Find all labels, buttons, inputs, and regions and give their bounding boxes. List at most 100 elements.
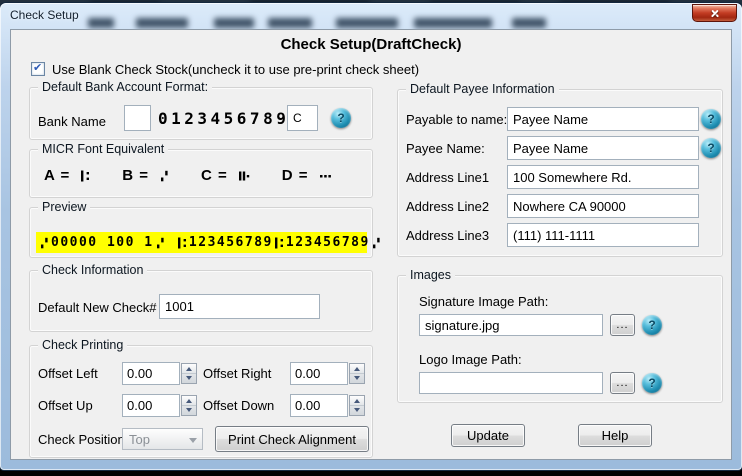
signature-help-icon[interactable]	[642, 315, 662, 335]
check-position-label: Check Position	[38, 432, 125, 447]
bank-format-help-icon[interactable]	[331, 108, 351, 128]
signature-path-label: Signature Image Path:	[419, 294, 549, 309]
offset-left-label: Offset Left	[38, 366, 98, 381]
blank-stock-checkbox-label: Use Blank Check Stock(uncheck it to use …	[52, 62, 420, 77]
help-button[interactable]: Help	[578, 424, 652, 447]
bank-format-group: Default Bank Account Format: Bank Name 0…	[29, 80, 373, 140]
check-information-group-title: Check Information	[38, 263, 148, 277]
print-check-alignment-button[interactable]: Print Check Alignment	[215, 426, 369, 452]
images-group-title: Images	[406, 268, 455, 282]
close-icon	[709, 8, 720, 19]
address-line2-label: Address Line2	[406, 199, 490, 214]
logo-browse-button[interactable]: ...	[610, 372, 635, 394]
payee-name-input[interactable]	[507, 136, 699, 160]
payee-information-group: Default Payee Information Payable to nam…	[397, 82, 723, 257]
window-title: Check Setup	[10, 8, 79, 22]
offset-down-label: Offset Down	[203, 398, 275, 413]
payable-to-help-icon[interactable]	[701, 109, 721, 129]
check-setup-dialog: Check Setup Check Setup(DraftCheck) Use …	[0, 3, 742, 470]
background-menu-smudge	[512, 18, 546, 28]
bank-name-label: Bank Name	[38, 114, 106, 129]
check-position-value: Top	[129, 432, 150, 447]
window-titlebar[interactable]: Check Setup	[0, 3, 742, 29]
images-group: Images Signature Image Path: ... Logo Im…	[397, 268, 723, 403]
offset-right-input[interactable]	[290, 362, 348, 385]
offset-left-input[interactable]	[122, 362, 180, 385]
offset-left-stepper[interactable]	[122, 362, 197, 385]
payee-information-group-title: Default Payee Information	[406, 82, 559, 96]
micr-digits-sample: 0123456789	[158, 109, 290, 128]
spin-down-button[interactable]	[350, 405, 364, 415]
signature-path-input[interactable]	[419, 314, 603, 336]
micr-amount-symbol-icon	[237, 169, 252, 183]
logo-help-icon[interactable]	[642, 373, 662, 393]
blank-stock-checkbox[interactable]	[31, 61, 45, 76]
logo-path-label: Logo Image Path:	[419, 352, 522, 367]
background-menu-smudge	[88, 18, 114, 28]
chevron-down-icon	[354, 408, 360, 412]
dropdown-arrow-icon	[189, 438, 197, 443]
default-check-number-input[interactable]	[159, 294, 320, 319]
chevron-up-icon	[354, 399, 360, 403]
micr-preview-line: 00000 100 1 123456789 123456789	[36, 232, 380, 253]
micr-letter-c: C =	[200, 167, 228, 184]
offset-left-spinner[interactable]	[181, 363, 197, 384]
micr-letter-d: D =	[281, 167, 309, 184]
background-menu-smudge	[136, 18, 188, 28]
micr-dash-symbol-icon	[318, 169, 334, 183]
logo-path-input[interactable]	[419, 372, 603, 394]
check-digit-input[interactable]	[287, 105, 318, 131]
address-line3-label: Address Line3	[406, 228, 490, 243]
chevron-down-icon	[186, 408, 192, 412]
address-line1-label: Address Line1	[406, 170, 490, 185]
offset-up-input[interactable]	[122, 394, 180, 417]
micr-equivalent-group-title: MICR Font Equivalent	[38, 142, 169, 156]
background-menu-smudge	[414, 18, 492, 28]
dialog-client-area: Check Setup(DraftCheck) Use Blank Check …	[10, 29, 732, 460]
preview-group: Preview 00000 100 1 123456789 123456789	[29, 200, 380, 258]
micr-equivalent-group: MICR Font Equivalent A = B = C = D =	[29, 142, 373, 198]
chevron-up-icon	[354, 367, 360, 371]
check-printing-group-title: Check Printing	[38, 338, 128, 352]
check-printing-group: Check Printing Offset Left Offset Right …	[29, 338, 373, 458]
address-line3-input[interactable]	[507, 223, 699, 247]
payable-to-name-input[interactable]	[507, 107, 699, 131]
signature-browse-button[interactable]: ...	[610, 314, 635, 336]
address-line1-input[interactable]	[507, 165, 699, 189]
spin-down-button[interactable]	[350, 373, 364, 383]
update-button[interactable]: Update	[451, 424, 525, 447]
spin-down-button[interactable]	[182, 405, 196, 415]
payee-name-help-icon[interactable]	[701, 138, 721, 158]
close-button[interactable]	[692, 4, 737, 22]
payable-to-name-label: Payable to name:	[406, 112, 508, 127]
chevron-down-icon	[186, 376, 192, 380]
offset-right-spinner[interactable]	[349, 363, 365, 384]
chevron-up-icon	[186, 367, 192, 371]
preview-group-title: Preview	[38, 200, 91, 214]
offset-down-stepper[interactable]	[290, 394, 365, 417]
micr-equivalent-row: A = B = C = D =	[44, 167, 334, 184]
offset-up-label: Offset Up	[38, 398, 93, 413]
background-menu-smudge	[214, 18, 254, 28]
offset-up-stepper[interactable]	[122, 394, 197, 417]
bank-format-group-title: Default Bank Account Format:	[38, 80, 213, 94]
micr-transit-symbol-icon	[79, 169, 92, 183]
chevron-up-icon	[186, 399, 192, 403]
bank-name-input[interactable]	[124, 105, 151, 131]
micr-letter-b: B =	[122, 167, 149, 184]
micr-letter-a: A =	[44, 167, 71, 184]
background-menu-smudge	[268, 18, 312, 28]
default-check-number-label: Default New Check#	[38, 300, 157, 315]
offset-up-spinner[interactable]	[181, 395, 197, 416]
background-menu-smudge	[336, 18, 398, 28]
check-position-select[interactable]: Top	[122, 428, 203, 450]
offset-right-stepper[interactable]	[290, 362, 365, 385]
micr-onus-symbol-icon	[158, 169, 171, 183]
check-information-group: Check Information Default New Check#	[29, 263, 373, 332]
offset-right-label: Offset Right	[203, 366, 272, 381]
offset-down-spinner[interactable]	[349, 395, 365, 416]
spin-down-button[interactable]	[182, 373, 196, 383]
offset-down-input[interactable]	[290, 394, 348, 417]
address-line2-input[interactable]	[507, 194, 699, 218]
page-title: Check Setup(DraftCheck)	[280, 36, 462, 53]
